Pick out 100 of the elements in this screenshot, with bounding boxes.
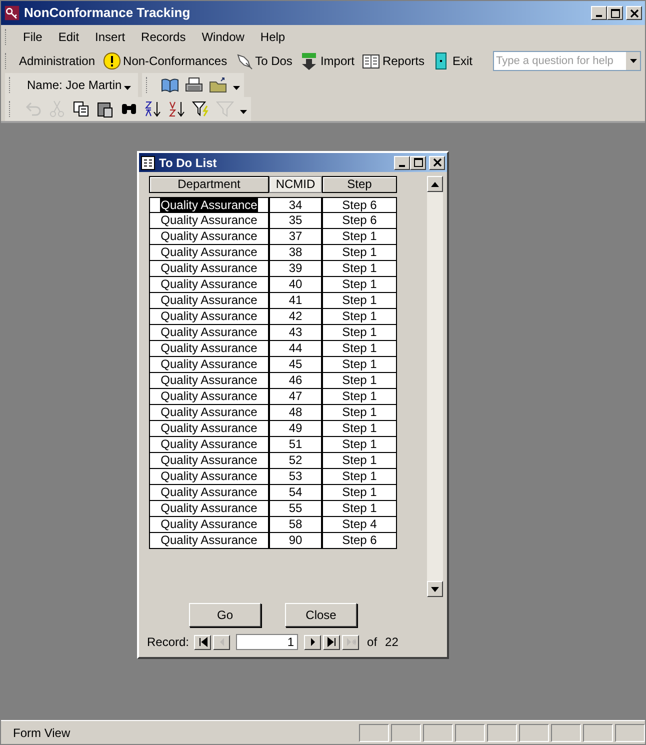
table-cell: 48 [269, 405, 322, 421]
table-cell: Step 1 [322, 229, 397, 245]
close-icon [432, 158, 442, 167]
warning-icon [103, 52, 122, 70]
column-header[interactable]: NCMID [269, 176, 322, 193]
status-panel [455, 724, 485, 742]
table-cell: Quality Assurance [149, 405, 269, 421]
table-cell: Quality Assurance [149, 485, 269, 501]
copy-icon[interactable] [72, 100, 90, 118]
form-icon [141, 156, 155, 170]
minimize-icon [399, 164, 405, 166]
table-cell: 41 [269, 293, 322, 309]
table-cell: Step 4 [322, 517, 397, 533]
table-cell: Step 1 [322, 421, 397, 437]
table-cell: Quality Assurance [149, 213, 269, 229]
table-cell: 40 [269, 277, 322, 293]
printer-icon[interactable] [184, 76, 203, 94]
sort-descending-icon[interactable] [168, 100, 186, 118]
last-record-icon [326, 637, 337, 647]
menu-item[interactable]: Window [194, 26, 252, 48]
maximize-button[interactable] [410, 156, 426, 170]
table-cell: 44 [269, 341, 322, 357]
status-panel [391, 724, 421, 742]
status-panel [519, 724, 549, 742]
form-button[interactable]: Go [189, 603, 261, 627]
table-cell: Step 1 [322, 469, 397, 485]
table-cell: Quality Assurance [149, 437, 269, 453]
table-cell: 45 [269, 357, 322, 373]
toolbar-button[interactable]: Import [297, 50, 358, 72]
table-cell: Step 1 [322, 501, 397, 517]
table-cell: Step 1 [322, 373, 397, 389]
menu-item[interactable]: Edit [51, 26, 86, 48]
toolbar-button[interactable]: Non-Conformances [100, 50, 230, 72]
toolbar-button[interactable]: Administration [16, 50, 98, 72]
record-nav-button[interactable] [194, 634, 212, 650]
minimize-button[interactable] [591, 6, 607, 20]
open-book-icon [362, 52, 380, 70]
table-cell: Quality Assurance [149, 229, 269, 245]
menu-item[interactable]: File [16, 26, 50, 48]
table-cell: Step 1 [322, 309, 397, 325]
table-cell: Step 1 [322, 357, 397, 373]
table-cell: Quality Assurance [149, 453, 269, 469]
record-count: 22 [385, 634, 398, 651]
table-cell: 34 [269, 197, 322, 213]
table-cell: Quality Assurance [149, 533, 269, 549]
book-icon[interactable] [160, 76, 179, 94]
table-cell: Quality Assurance [149, 469, 269, 485]
toolbar-button[interactable]: To Dos [232, 50, 296, 72]
table-cell: Step 1 [322, 277, 397, 293]
filter-icon[interactable] [192, 100, 210, 118]
table-cell: Quality Assurance [149, 501, 269, 517]
table-cell: Step 1 [322, 405, 397, 421]
status-panel [551, 724, 581, 742]
table-cell: 49 [269, 421, 322, 437]
table-cell: 55 [269, 501, 322, 517]
of-label: of [367, 634, 378, 651]
scroll-down-icon[interactable] [431, 586, 439, 592]
table-cell: Step 6 [322, 197, 397, 213]
column-header[interactable]: Step [322, 176, 397, 193]
record-nav-button[interactable] [304, 634, 322, 650]
menu-item[interactable]: Help [253, 26, 292, 48]
folder-icon[interactable] [208, 76, 227, 94]
record-nav-button[interactable] [323, 634, 340, 650]
maximize-icon [414, 158, 422, 167]
table-cell: Step 1 [322, 245, 397, 261]
record-number-field[interactable]: 1 [236, 634, 298, 650]
maximize-button[interactable] [607, 6, 623, 20]
dropdown-arrow-icon[interactable] [630, 59, 636, 63]
first-record-icon [198, 637, 208, 647]
table-cell: Step 1 [322, 389, 397, 405]
scroll-up-icon[interactable] [431, 182, 439, 186]
table-cell: Quality Assurance [149, 293, 269, 309]
minimize-icon [596, 15, 602, 17]
close-button[interactable] [626, 6, 642, 20]
column-header[interactable]: Department [149, 176, 269, 193]
sort-ascending-icon[interactable] [144, 100, 162, 118]
menu-item[interactable]: Records [134, 26, 193, 48]
help-search-field[interactable]: Type a question for help [493, 51, 641, 71]
toolbar-button[interactable]: Exit [429, 50, 476, 72]
table-cell: 52 [269, 453, 322, 469]
minimize-button[interactable] [394, 156, 410, 170]
table-cell: Quality Assurance [149, 341, 269, 357]
table-cell: 51 [269, 437, 322, 453]
table-cell: 43 [269, 325, 322, 341]
menu-item[interactable]: Insert [88, 26, 132, 48]
clipboard-icon[interactable] [96, 100, 114, 118]
table-cell: Quality Assurance [149, 309, 269, 325]
close-icon [630, 8, 638, 18]
table-cell: Step 1 [322, 293, 397, 309]
status-panel [359, 724, 389, 742]
scrollbar[interactable] [427, 176, 443, 597]
new-record-icon [346, 637, 356, 647]
close-button[interactable] [429, 156, 445, 170]
form-button[interactable]: Close [285, 603, 357, 627]
status-panel [487, 724, 517, 742]
table-cell: Step 1 [322, 485, 397, 501]
table-cell: 37 [269, 229, 322, 245]
table-cell: 54 [269, 485, 322, 501]
table-cell: 42 [269, 309, 322, 325]
toolbar-button[interactable]: Reports [359, 50, 428, 72]
